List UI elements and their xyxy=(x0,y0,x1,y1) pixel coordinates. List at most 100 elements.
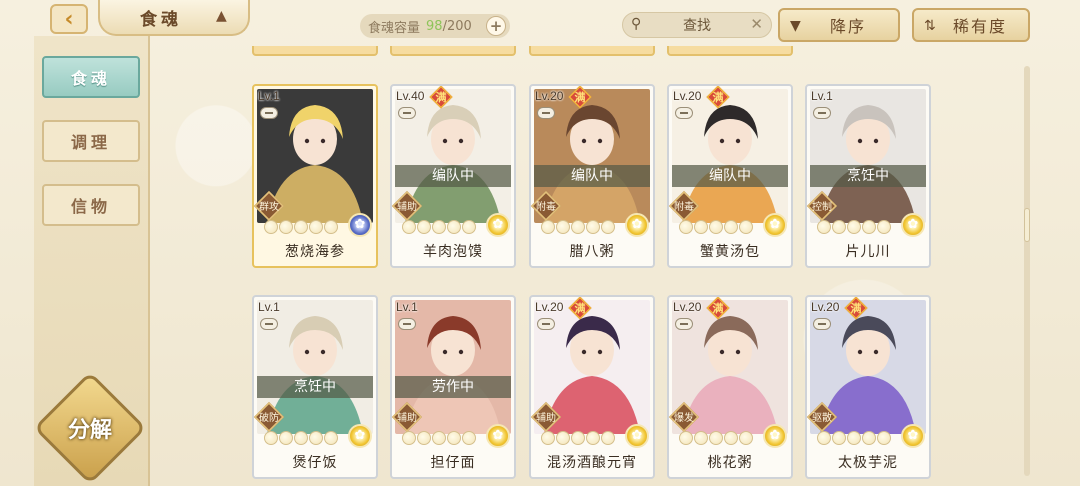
role-label: 附毒 xyxy=(674,202,694,213)
capacity-label: 食魂容量 xyxy=(368,20,421,36)
star-icon xyxy=(417,220,431,234)
food-soul-card[interactable]: Lv.20 满爆发 ✿ 桃花粥 xyxy=(667,295,793,479)
back-arrow-icon: ‹ xyxy=(64,6,74,32)
search-label: 查找 xyxy=(683,18,711,34)
star-icon xyxy=(847,431,861,445)
search-icon: ⚲ xyxy=(631,16,642,32)
card-level: Lv.20 xyxy=(535,300,564,314)
star-icon xyxy=(724,220,738,234)
card-status: 烹饪中 xyxy=(257,376,373,398)
star-rating xyxy=(264,431,338,447)
food-soul-card[interactable]: Lv.40 满编队中 辅助 ✿ 羊肉泡馍 xyxy=(390,84,516,268)
clear-search-icon[interactable]: ✕ xyxy=(750,15,763,33)
star-icon xyxy=(541,220,555,234)
max-level-label: 满 xyxy=(574,91,586,104)
food-soul-card[interactable]: Lv.1 劳作中 辅助 ✿ 担仔面 xyxy=(390,295,516,479)
card-name: 担仔面 xyxy=(430,455,476,471)
star-rating xyxy=(541,431,615,447)
lock-icon[interactable] xyxy=(537,107,555,119)
add-capacity-button[interactable]: + xyxy=(486,16,506,36)
element-icon: ✿ xyxy=(901,424,925,448)
card-level: Lv.1 xyxy=(258,300,280,314)
sort-by-button[interactable]: ⇅ 稀有度 xyxy=(912,8,1030,42)
capacity-current: 98 xyxy=(426,18,443,34)
card-name: 煲仔饭 xyxy=(292,455,338,471)
lock-icon[interactable] xyxy=(675,107,693,119)
star-icon xyxy=(832,431,846,445)
food-soul-card[interactable]: Lv.1 群攻 ✿ 葱烧海参 xyxy=(252,84,378,268)
scrollbar-track[interactable] xyxy=(1024,66,1030,476)
food-soul-card[interactable]: Lv.20 满辅助 ✿ 混汤酒酿元宵 xyxy=(529,295,655,479)
star-icon xyxy=(447,431,461,445)
star-icon xyxy=(817,431,831,445)
nav-tab-cooking[interactable]: 调理 xyxy=(42,120,140,162)
food-soul-card[interactable]: Lv.1 烹饪中 控制 ✿ 片儿川 xyxy=(805,84,931,268)
star-icon xyxy=(417,431,431,445)
lock-icon[interactable] xyxy=(675,318,693,330)
card-status: 编队中 xyxy=(672,165,788,187)
star-rating xyxy=(679,431,753,447)
lock-icon[interactable] xyxy=(537,318,555,330)
card-name: 混汤酒酿元宵 xyxy=(547,455,637,471)
card-status: 劳作中 xyxy=(395,376,511,398)
previous-row-card xyxy=(252,46,378,56)
sort-order-button[interactable]: ▼ 降序 xyxy=(778,8,900,42)
star-rating xyxy=(817,431,891,447)
star-icon xyxy=(601,220,615,234)
search-input[interactable]: ⚲ 查找 ✕ xyxy=(622,12,772,38)
card-level: Lv.20 xyxy=(535,89,564,103)
max-level-label: 满 xyxy=(712,91,724,104)
element-icon: ✿ xyxy=(486,213,510,237)
star-icon xyxy=(309,431,323,445)
decompose-label[interactable]: 分解 xyxy=(54,408,126,448)
star-rating xyxy=(817,220,891,236)
lock-icon[interactable] xyxy=(398,107,416,119)
role-label: 附毒 xyxy=(536,202,556,213)
lock-icon[interactable] xyxy=(260,318,278,330)
nav-tab-label: 信物 xyxy=(70,197,111,216)
card-status: 编队中 xyxy=(395,165,511,187)
star-icon xyxy=(724,431,738,445)
lock-icon[interactable] xyxy=(260,107,278,119)
star-icon xyxy=(432,431,446,445)
star-icon xyxy=(694,220,708,234)
element-icon: ✿ xyxy=(763,213,787,237)
star-icon xyxy=(447,220,461,234)
star-icon xyxy=(294,220,308,234)
nav-tab-label: 调理 xyxy=(70,133,111,152)
star-icon xyxy=(324,220,338,234)
star-icon xyxy=(264,220,278,234)
chef-hat-icon: ▲ xyxy=(216,8,231,24)
lock-icon[interactable] xyxy=(398,318,416,330)
nav-tab-token[interactable]: 信物 xyxy=(42,184,140,226)
star-icon xyxy=(709,431,723,445)
star-icon xyxy=(862,220,876,234)
star-rating xyxy=(402,220,476,236)
star-icon xyxy=(462,431,476,445)
max-level-label: 满 xyxy=(435,91,447,104)
element-icon: ✿ xyxy=(348,424,372,448)
card-level: Lv.1 xyxy=(258,89,280,103)
food-soul-card[interactable]: Lv.20 满编队中 附毒 ✿ 蟹黄汤包 xyxy=(667,84,793,268)
card-status: 烹饪中 xyxy=(810,165,926,187)
star-rating xyxy=(402,431,476,447)
food-soul-card[interactable]: Lv.20 满驱散 ✿ 太极芋泥 xyxy=(805,295,931,479)
star-icon xyxy=(832,220,846,234)
lock-icon[interactable] xyxy=(813,107,831,119)
food-soul-card[interactable]: Lv.20 满编队中 附毒 ✿ 腊八粥 xyxy=(529,84,655,268)
card-name: 片儿川 xyxy=(845,244,891,260)
star-icon xyxy=(601,431,615,445)
card-name: 蟹黄汤包 xyxy=(700,244,760,260)
back-button[interactable]: ‹ xyxy=(50,4,88,34)
lock-icon[interactable] xyxy=(813,318,831,330)
scrollbar-thumb[interactable] xyxy=(1024,208,1030,242)
nav-tab-food-soul[interactable]: 食魂 xyxy=(42,56,140,98)
page-title: 食魂 xyxy=(140,9,182,30)
role-label: 驱散 xyxy=(812,413,832,424)
card-level: Lv.1 xyxy=(811,89,833,103)
star-icon xyxy=(694,431,708,445)
card-name: 太极芋泥 xyxy=(838,455,898,471)
food-soul-card[interactable]: Lv.1 烹饪中 破防 ✿ 煲仔饭 xyxy=(252,295,378,479)
card-name: 羊肉泡馍 xyxy=(423,244,483,260)
star-rating xyxy=(679,220,753,236)
